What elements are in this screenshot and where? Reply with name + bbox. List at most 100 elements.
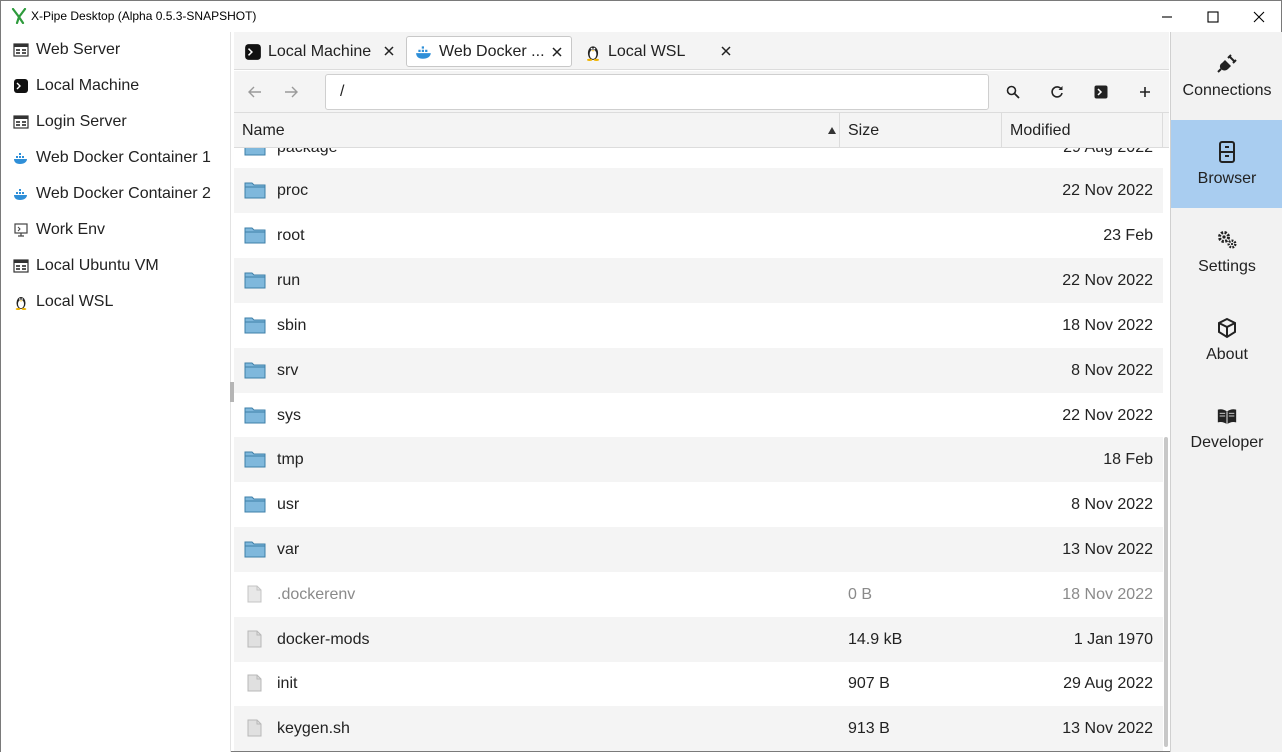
column-header-size[interactable]: Size [848, 122, 879, 140]
connection-label: Login Server [36, 113, 127, 130]
table-row[interactable]: usr 8 Nov 2022 [234, 482, 1163, 527]
column-header-name[interactable]: Name [242, 122, 285, 140]
file-name: .dockerenv [277, 586, 356, 603]
tab-close-icon[interactable] [719, 44, 733, 58]
refresh-button[interactable] [1045, 81, 1069, 103]
tab-label: Web Docker ... [439, 42, 545, 60]
column-divider[interactable] [1001, 113, 1002, 148]
nav-settings[interactable]: Settings [1171, 208, 1282, 296]
nav-label: Browser [1197, 170, 1257, 187]
nav-connections[interactable]: Connections [1171, 32, 1282, 120]
table-row[interactable]: sys 22 Nov 2022 [234, 393, 1163, 438]
table-row[interactable]: proc 22 Nov 2022 [234, 168, 1163, 213]
add-button[interactable] [1133, 81, 1157, 103]
connection-item-local-ubuntu-vm[interactable]: Local Ubuntu VM [13, 252, 159, 280]
tab-web-docker[interactable]: Web Docker ... [406, 36, 572, 67]
tab-close-icon[interactable] [550, 45, 564, 59]
search-button[interactable] [1001, 81, 1025, 103]
file-size: 913 B [848, 720, 890, 737]
connection-item-login-server[interactable]: Login Server [13, 108, 127, 136]
connection-item-web-server[interactable]: Web Server [13, 36, 120, 64]
browser-tab-bar: Local Machine Web Docker ... Local WSL [234, 32, 1169, 70]
plug-icon [1216, 52, 1238, 76]
file-modified: 1 Jan 1970 [1073, 631, 1153, 648]
file-name: var [277, 541, 300, 558]
cube-icon [1216, 316, 1238, 340]
file-table-header: Name Size Modified [234, 113, 1169, 148]
file-icon [244, 585, 266, 603]
connection-item-local-wsl[interactable]: Local WSL [13, 288, 113, 316]
tab-local-machine[interactable]: Local Machine [236, 36, 402, 67]
connection-item-web-docker-container-1[interactable]: Web Docker Container 1 [13, 144, 211, 172]
docker-icon [13, 150, 29, 166]
connection-label: Local WSL [36, 293, 114, 310]
file-name: keygen.sh [277, 720, 350, 737]
scrollbar-thumb[interactable] [1164, 437, 1168, 747]
minimize-button[interactable] [1144, 1, 1190, 32]
back-button[interactable] [243, 81, 267, 103]
file-size: 907 B [848, 675, 890, 692]
file-modified: 8 Nov 2022 [1071, 362, 1153, 379]
maximize-button[interactable] [1190, 1, 1236, 32]
file-modified: 13 Nov 2022 [1062, 720, 1153, 737]
file-name: sbin [277, 317, 307, 334]
path-input[interactable] [325, 74, 989, 110]
docker-icon [13, 186, 29, 202]
nav-about[interactable]: About [1171, 296, 1282, 384]
table-row[interactable]: srv 8 Nov 2022 [234, 348, 1163, 393]
server-icon [13, 42, 29, 58]
column-header-modified[interactable]: Modified [1010, 122, 1070, 140]
table-row[interactable]: docker-mods 14.9 kB 1 Jan 1970 [234, 617, 1163, 662]
nav-label: Connections [1182, 82, 1272, 99]
linux-icon [584, 43, 602, 61]
book-icon [1216, 404, 1238, 428]
connection-item-web-docker-container-2[interactable]: Web Docker Container 2 [13, 180, 211, 208]
table-row[interactable]: init 907 B 29 Aug 2022 [234, 661, 1163, 706]
table-row[interactable]: .dockerenv 0 B 18 Nov 2022 [234, 572, 1163, 617]
open-terminal-button[interactable] [1089, 81, 1113, 103]
table-row[interactable]: package 29 Aug 2022 [234, 148, 1163, 170]
connection-item-local-machine[interactable]: Local Machine [13, 72, 139, 100]
folder-icon [244, 181, 266, 199]
file-list: package 29 Aug 2022 proc 22 Nov 2022 roo… [234, 148, 1164, 751]
table-row[interactable]: root 23 Feb [234, 213, 1163, 258]
connection-label: Local Ubuntu VM [36, 257, 159, 274]
connection-label: Web Docker Container 2 [36, 185, 211, 202]
server-icon [13, 258, 29, 274]
nav-browser[interactable]: Browser [1171, 120, 1282, 208]
connection-label: Local Machine [36, 77, 140, 94]
connection-label: Web Docker Container 1 [36, 149, 211, 166]
close-icon [1253, 11, 1265, 22]
file-size: 0 B [848, 586, 873, 603]
arrow-right-icon [285, 86, 298, 98]
title-bar[interactable]: X-Pipe Desktop (Alpha 0.5.3-SNAPSHOT) [1, 1, 1281, 32]
app-window: X-Pipe Desktop (Alpha 0.5.3-SNAPSHOT) We… [0, 0, 1282, 752]
table-row[interactable]: run 22 Nov 2022 [234, 258, 1163, 303]
search-icon [1006, 85, 1020, 99]
file-icon [244, 674, 266, 692]
column-divider[interactable] [839, 113, 840, 148]
file-modified: 22 Nov 2022 [1062, 407, 1153, 424]
table-row[interactable]: sbin 18 Nov 2022 [234, 303, 1163, 348]
column-divider[interactable] [1162, 113, 1163, 148]
forward-button[interactable] [279, 81, 303, 103]
tab-close-icon[interactable] [382, 44, 396, 58]
close-window-button[interactable] [1236, 1, 1282, 32]
nav-developer[interactable]: Developer [1171, 384, 1282, 472]
table-row[interactable]: tmp 18 Feb [234, 437, 1163, 482]
connection-item-work-env[interactable]: Work Env [13, 216, 105, 244]
nav-label: About [1206, 346, 1248, 363]
refresh-icon [1051, 86, 1063, 98]
tab-local-wsl[interactable]: Local WSL [576, 36, 742, 67]
folder-icon [244, 226, 266, 244]
vm-icon [13, 222, 29, 238]
table-row[interactable]: keygen.sh 913 B 13 Nov 2022 [234, 706, 1163, 751]
connection-label: Work Env [36, 221, 106, 238]
connection-label: Web Server [36, 41, 121, 58]
plus-icon [1140, 87, 1150, 97]
nav-label: Settings [1198, 258, 1256, 275]
navigation-toolbar [234, 71, 1169, 113]
file-modified: 13 Nov 2022 [1062, 541, 1153, 558]
table-row[interactable]: var 13 Nov 2022 [234, 527, 1163, 572]
file-name: init [277, 675, 298, 692]
